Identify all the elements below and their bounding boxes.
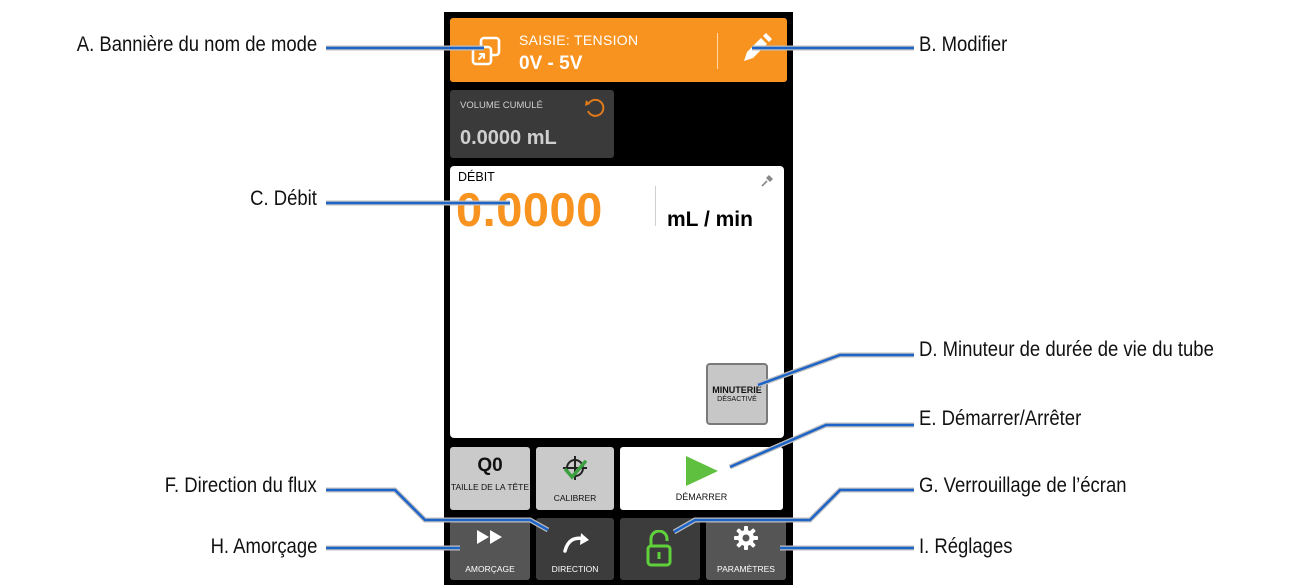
leader-lines bbox=[326, 45, 914, 551]
leader-a bbox=[326, 45, 914, 551]
